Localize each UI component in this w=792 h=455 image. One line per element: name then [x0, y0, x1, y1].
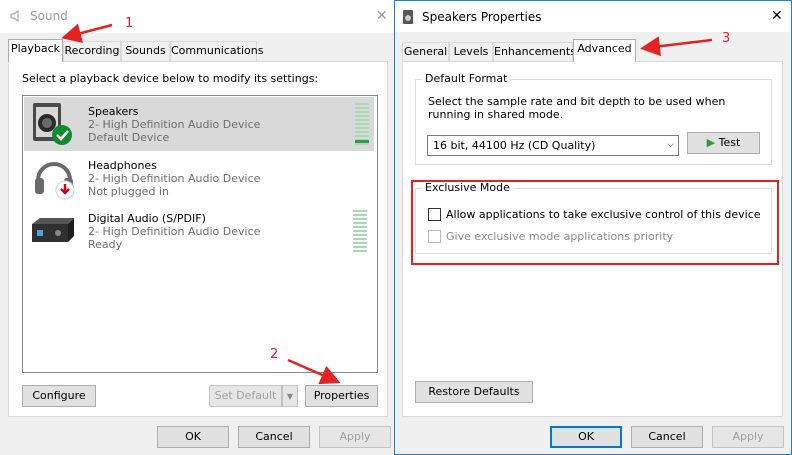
- arrow-2: [287, 358, 341, 385]
- annotation-step-1: 1: [125, 16, 134, 31]
- tab-label: Advanced: [577, 42, 632, 55]
- arrow-3: [640, 36, 713, 57]
- tab-label: Playback: [10, 42, 61, 55]
- annotation-arrows: [61, 23, 713, 385]
- tab-playback[interactable]: Playback: [8, 39, 63, 62]
- annotation-step-2: 2: [270, 347, 279, 362]
- arrow-1: [61, 23, 113, 43]
- tab-advanced[interactable]: Advanced: [573, 39, 636, 62]
- annotation-step-3: 3: [722, 31, 731, 46]
